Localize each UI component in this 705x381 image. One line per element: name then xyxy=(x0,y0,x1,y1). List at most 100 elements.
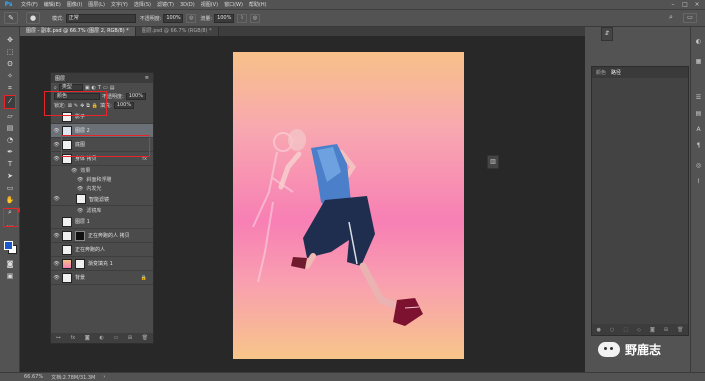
eraser-tool-icon[interactable]: ▱ xyxy=(4,111,16,122)
eye-icon[interactable]: 👁 xyxy=(51,275,62,281)
menu-type[interactable]: 文字(Y) xyxy=(108,0,131,10)
link-layers-icon[interactable]: ⊶ xyxy=(56,335,61,341)
fill-field[interactable]: 100% xyxy=(113,102,135,109)
layer-row[interactable]: 正在奔跑的人 xyxy=(51,243,153,257)
character-icon[interactable]: A xyxy=(693,125,704,135)
swatches-icon[interactable]: ▦ xyxy=(693,57,704,67)
smart-filter-row[interactable]: 👁 智能滤镜 xyxy=(51,193,153,206)
adjustment-layer-icon[interactable]: ◐ xyxy=(99,335,103,341)
type-tool-icon[interactable]: T xyxy=(4,159,16,170)
filter-shape-icon[interactable]: ▭ xyxy=(103,85,108,91)
add-mask-icon[interactable]: ◙ xyxy=(650,327,655,333)
paths-icon[interactable]: ⌇ xyxy=(693,177,704,187)
properties-icon[interactable]: ▥ xyxy=(487,155,499,169)
minimize-button[interactable]: – xyxy=(667,0,679,10)
paragraph-icon[interactable]: ¶ xyxy=(693,141,704,151)
lasso-tool-icon[interactable]: ʘ xyxy=(4,59,16,70)
pressure-opacity-icon[interactable]: ◎ xyxy=(186,13,197,23)
adjust-icon[interactable]: ☰ xyxy=(693,93,704,103)
airbrush-icon[interactable]: ⌇ xyxy=(237,13,248,23)
eye-icon[interactable]: 👁 xyxy=(77,177,83,183)
foreground-color-swatch[interactable] xyxy=(4,241,13,250)
mode-select[interactable]: 正常 xyxy=(65,13,136,23)
new-group-icon[interactable]: ▭ xyxy=(113,335,118,341)
history-icon[interactable]: ⇵ xyxy=(601,27,613,41)
layer-row[interactable]: 👁 渐变填充 1 xyxy=(51,257,153,271)
add-mask-icon[interactable]: ◙ xyxy=(85,335,90,341)
dodge-tool-icon[interactable]: ◔ xyxy=(4,135,16,146)
effect-item[interactable]: 👁 斜面和浮雕 xyxy=(51,175,153,184)
tab-document-2[interactable]: 图层.psd @ 66.7% (RGB/8) * xyxy=(135,27,219,36)
zoom-level[interactable]: 66.67% xyxy=(24,374,43,380)
tab-color[interactable]: 颜色 xyxy=(596,69,606,76)
delete-layer-icon[interactable]: 🗑 xyxy=(142,335,148,341)
libraries-icon[interactable]: ▤ xyxy=(693,109,704,119)
close-button[interactable]: × xyxy=(691,0,703,10)
brush-tool-icon[interactable]: ⁄ xyxy=(4,95,16,109)
smart-filter-item[interactable]: 👁 滤镜库 xyxy=(51,206,153,215)
filter-smart-icon[interactable]: ▤ xyxy=(110,85,115,91)
gradient-tool-icon[interactable]: ▤ xyxy=(4,123,16,134)
move-tool-icon[interactable]: ✥ xyxy=(4,35,16,46)
tab-paths[interactable]: 路径 xyxy=(611,69,621,76)
search-icon[interactable]: ⌕ xyxy=(669,13,679,23)
flow-field[interactable]: 100% xyxy=(214,13,235,23)
marquee-tool-icon[interactable]: ⬚ xyxy=(4,47,16,58)
fill-path-icon[interactable]: ● xyxy=(597,327,601,333)
filter-type-icon[interactable]: T xyxy=(98,85,101,91)
eye-icon[interactable]: 👁 xyxy=(71,168,77,174)
tab-document-1[interactable]: 图层 - 副本.psd @ 66.7% (图层 2, RGB/8) * xyxy=(20,27,136,36)
document-canvas[interactable] xyxy=(233,52,464,359)
tab-layers[interactable]: 图层 xyxy=(55,75,65,82)
pressure-size-icon[interactable]: ◎ xyxy=(250,13,261,23)
brush-preset-icon[interactable]: ✎ xyxy=(4,12,18,24)
menu-3d[interactable]: 3D(D) xyxy=(177,0,198,10)
eye-icon[interactable]: 👁 xyxy=(51,233,62,239)
filter-kind-select[interactable]: 类型 xyxy=(58,84,83,91)
screen-mode-icon[interactable]: ▣ xyxy=(4,271,16,282)
effect-item[interactable]: 👁 内发光 xyxy=(51,184,153,193)
eye-icon[interactable]: 👁 xyxy=(77,186,83,192)
workspace-icon[interactable]: ▭ xyxy=(683,13,697,23)
work-path-icon[interactable]: ◇ xyxy=(637,327,641,333)
layer-row-background[interactable]: 👁 背景 🔒 xyxy=(51,271,153,285)
panel-menu-icon[interactable]: ≡ xyxy=(145,75,149,81)
new-path-icon[interactable]: ⊞ xyxy=(664,327,668,333)
filter-pixel-icon[interactable]: ▣ xyxy=(85,85,90,91)
eye-icon[interactable]: 👁 xyxy=(51,261,62,267)
quick-mask-icon[interactable]: ◙ xyxy=(4,259,16,270)
menu-layer[interactable]: 图层(L) xyxy=(85,0,108,10)
add-style-icon[interactable]: fx xyxy=(71,335,76,341)
menu-help[interactable]: 帮助(H) xyxy=(246,0,270,10)
delete-path-icon[interactable]: 🗑 xyxy=(677,327,683,333)
layer-row[interactable]: 图层 1 xyxy=(51,215,153,229)
menu-image[interactable]: 图像(I) xyxy=(64,0,85,10)
menu-select[interactable]: 选择(S) xyxy=(131,0,154,10)
layer-opacity-field[interactable]: 100% xyxy=(125,93,146,100)
load-selection-icon[interactable]: ⬚ xyxy=(623,327,628,333)
menu-view[interactable]: 视图(V) xyxy=(198,0,221,10)
path-select-tool-icon[interactable]: ➤ xyxy=(4,171,16,182)
layer-row[interactable]: 👁 正在奔跑的人 拷贝 xyxy=(51,229,153,243)
opacity-field[interactable]: 100% xyxy=(163,13,184,23)
eye-icon[interactable]: 👁 xyxy=(51,196,62,202)
quick-select-tool-icon[interactable]: ✧ xyxy=(4,71,16,82)
eye-icon[interactable]: 👁 xyxy=(77,208,83,214)
menu-edit[interactable]: 编辑(E) xyxy=(41,0,64,10)
new-layer-icon[interactable]: ⊞ xyxy=(128,335,132,341)
menu-window[interactable]: 窗口(W) xyxy=(221,0,246,10)
color-icon[interactable]: ◐ xyxy=(693,37,704,47)
menu-filter[interactable]: 滤镜(T) xyxy=(154,0,177,10)
menu-file[interactable]: 文件(F) xyxy=(18,0,41,10)
maximize-button[interactable]: □ xyxy=(679,0,691,10)
stroke-path-icon[interactable]: ○ xyxy=(610,327,614,333)
pen-tool-icon[interactable]: ✒ xyxy=(4,147,16,158)
eye-icon[interactable]: 👁 xyxy=(51,128,62,134)
right-dock: ◐ ▦ ☰ ▤ A ¶ ◎ ⌇ xyxy=(690,27,705,372)
shape-tool-icon[interactable]: ▭ xyxy=(4,183,16,194)
filter-adjust-icon[interactable]: ◐ xyxy=(92,85,96,91)
brush-size-icon[interactable]: ● xyxy=(26,12,40,24)
crop-tool-icon[interactable]: ⌗ xyxy=(4,83,16,94)
channels-icon[interactable]: ◎ xyxy=(693,161,704,171)
status-arrow-icon[interactable]: › xyxy=(103,374,105,380)
